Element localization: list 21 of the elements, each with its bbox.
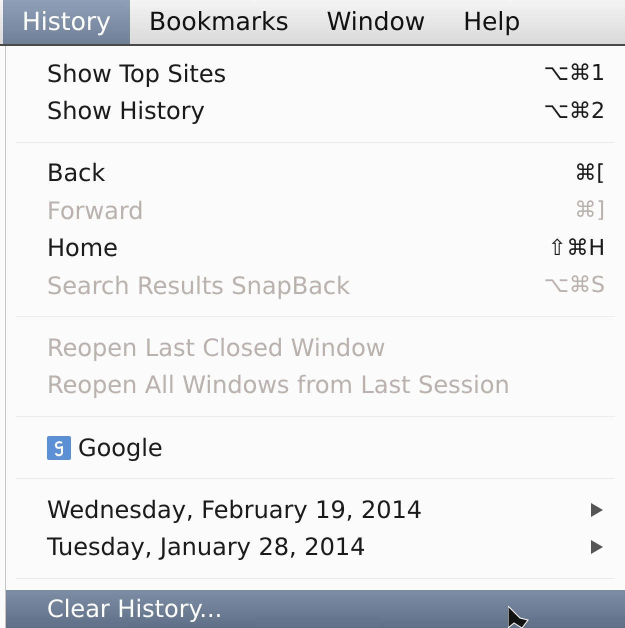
keyboard-shortcut: ⌘] (574, 197, 605, 226)
menu-item[interactable]: Back ⌘[ (6, 154, 625, 192)
menu-item[interactable]: Tuesday, January 28, 2014 (6, 528, 625, 566)
menu-item[interactable]: Clear History... (6, 590, 625, 628)
submenu-arrow-icon (591, 540, 603, 554)
keyboard-shortcut: ⌘[ (574, 160, 605, 188)
keyboard-shortcut: ⌥⌘1 (544, 60, 605, 88)
menu-bar-item[interactable]: Bookmarks (130, 0, 308, 44)
menu-item[interactable]: Google (6, 428, 625, 466)
mouse-pointer-icon (508, 606, 532, 628)
bookmark-favicon-icon (47, 436, 71, 460)
keyboard-shortcut: ⇧⌘H (548, 234, 605, 263)
menu-bar-item[interactable]: Window (308, 0, 444, 44)
menu-item[interactable]: Show History ⌥⌘2 (6, 92, 625, 130)
menu-item[interactable]: Wednesday, February 19, 2014 (6, 490, 625, 528)
keyboard-shortcut: ⌥⌘2 (544, 98, 605, 126)
menu-item[interactable]: Home ⇧⌘H (6, 230, 625, 268)
submenu-arrow-icon (591, 502, 603, 517)
menu-item[interactable]: Show Top Sites ⌥⌘1 (6, 55, 625, 92)
menu-bar-item[interactable]: Help (444, 0, 540, 44)
keyboard-shortcut: ⌥⌘S (544, 272, 605, 300)
